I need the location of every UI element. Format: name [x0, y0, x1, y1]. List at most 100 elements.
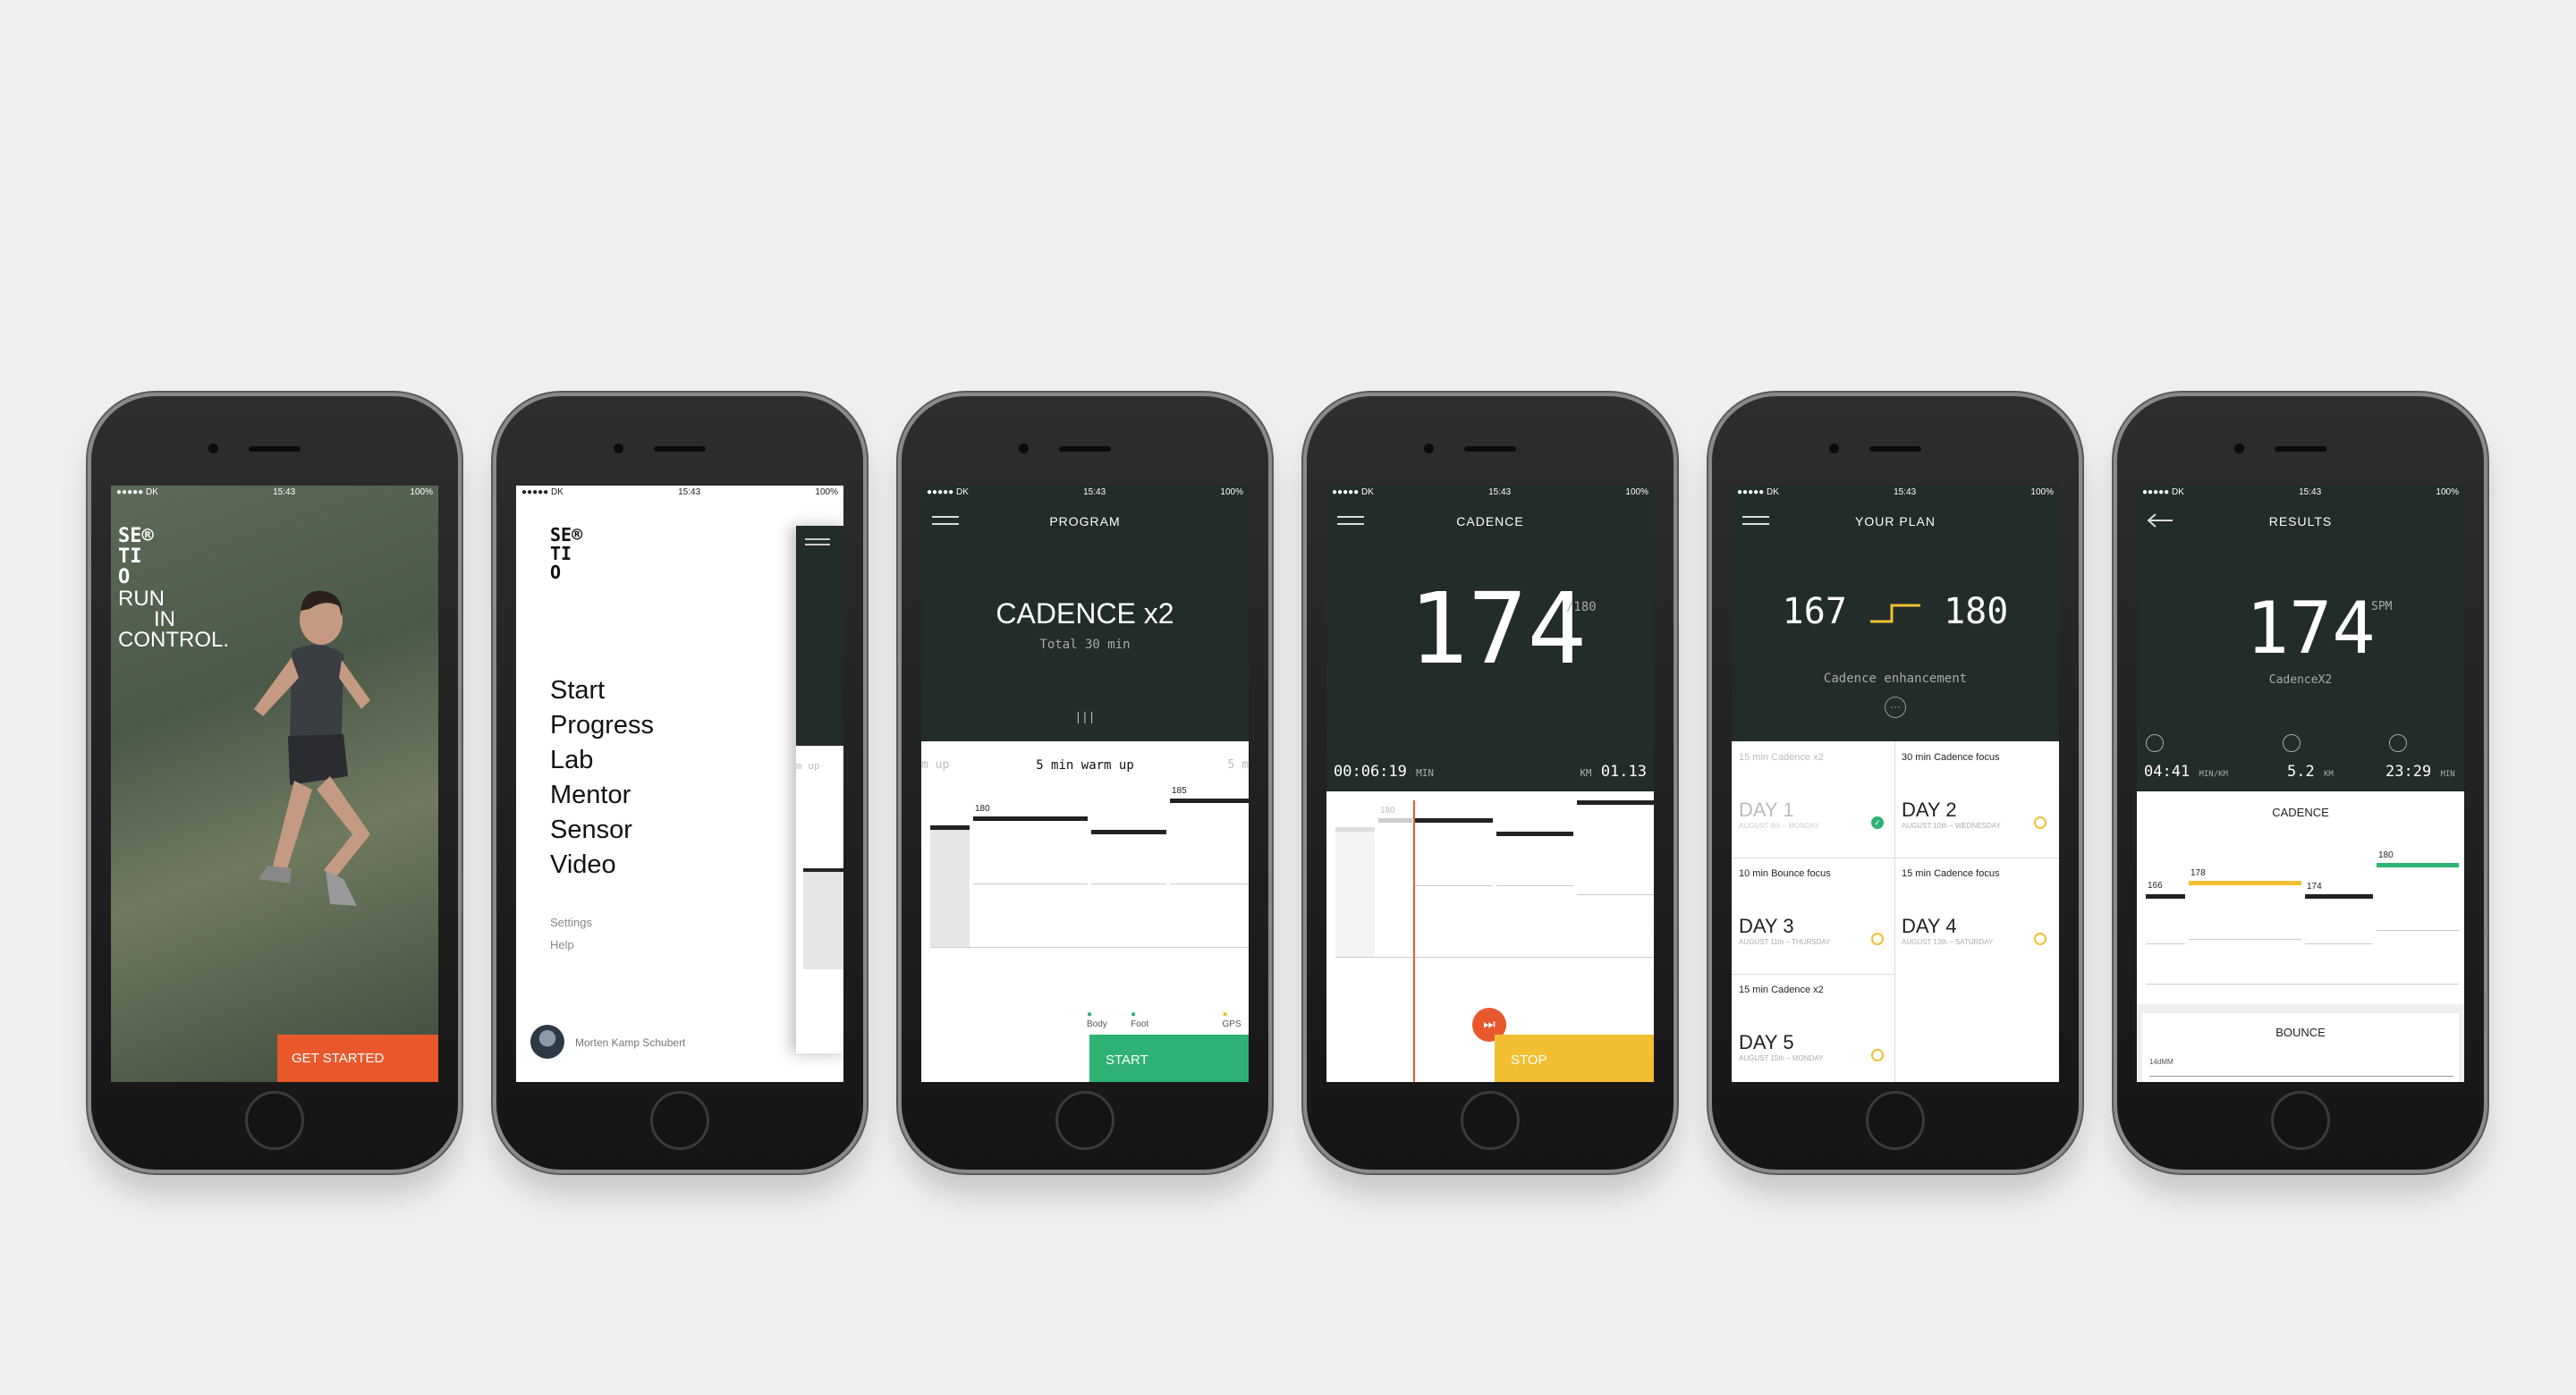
- results-screen: ●●●●● DK 15:43 100% RESULTS 174 SPM Cadenc…: [2137, 486, 2464, 1082]
- screen-title: CADENCE: [1456, 514, 1524, 528]
- plan-day-1[interactable]: 15 min Cadence x2 DAY 1 AUGUST 8th – MON…: [1739, 752, 1889, 850]
- home-button[interactable]: [650, 1091, 709, 1150]
- distance: KM 01.13: [1580, 763, 1647, 781]
- target-bar: [1496, 832, 1573, 836]
- pending-icon: [1871, 1049, 1884, 1061]
- secondary-menu: Settings Help: [550, 911, 592, 956]
- phone-4: ●●●●● DK 15:43 100% CADENCE 174 /180 00:06…: [1307, 396, 1674, 1170]
- pending-icon: [1871, 933, 1884, 945]
- menu-item-video[interactable]: Video: [550, 848, 654, 883]
- user-name: Morten Kamp Schubert: [575, 1036, 686, 1049]
- welcome-screen: ●●●●● DK 15:43 100% SE® TI O RUN IN CONTROL.…: [111, 486, 438, 1082]
- cadence-progression: 167 180: [1782, 591, 2009, 632]
- screen-title: YOUR PLAN: [1855, 514, 1936, 528]
- stopwatch-icon: [2146, 734, 2164, 752]
- cadence-value: 174: [1409, 571, 1587, 686]
- pager-dots[interactable]: | | |: [921, 709, 1249, 723]
- segment-label: 5 min warm up: [1036, 758, 1134, 773]
- program-screen: ●●●●● DK 15:43 100% PROGRAM CADENCE x2 Tot…: [921, 486, 1249, 1082]
- status-bar: ●●●●● DK 15:43 100%: [2142, 487, 2459, 497]
- cadence-bar: [2146, 894, 2185, 899]
- cadence-card: CADENCE 166 178 174 180: [2137, 791, 2464, 1004]
- stop-button[interactable]: STOP: [1495, 1035, 1654, 1082]
- plan-screen: ●●●●● DK 15:43 100% YOUR PLAN 167 180 Cade…: [1732, 486, 2059, 1082]
- menu-icon: [805, 538, 830, 545]
- target-bar: [973, 816, 1088, 821]
- distance-icon: [2283, 734, 2301, 752]
- bounce-axis-label: 14dMM: [2149, 1058, 2174, 1066]
- menu-item-help[interactable]: Help: [550, 934, 592, 956]
- grid-line: [1414, 885, 1493, 886]
- playhead[interactable]: [1413, 800, 1415, 1082]
- status-bar: ●●●●● DK 15:43 100%: [927, 487, 1243, 497]
- camera: [1019, 444, 1029, 453]
- home-button[interactable]: [1461, 1091, 1520, 1150]
- chart-title: CADENCE: [2272, 806, 2329, 819]
- menu-item-mentor[interactable]: Mentor: [550, 778, 654, 813]
- pending-icon: [2034, 816, 2046, 829]
- grid-line: [1335, 957, 1654, 958]
- get-started-button[interactable]: GET STARTED: [277, 1035, 438, 1082]
- bar-label: 180: [975, 804, 990, 814]
- home-button[interactable]: [1866, 1091, 1925, 1150]
- menu-item-sensor[interactable]: Sensor: [550, 813, 654, 848]
- grid-line: [2146, 943, 2185, 944]
- screen-title: PROGRAM: [1049, 514, 1121, 528]
- target-bar: [1335, 827, 1375, 832]
- cadence-screen: ●●●●● DK 15:43 100% CADENCE 174 /180 00:06…: [1326, 486, 1654, 1082]
- speaker: [654, 446, 706, 452]
- target-bar: [930, 825, 970, 830]
- plan-day-2[interactable]: 30 min Cadence focus DAY 2 AUGUST 10th –…: [1902, 752, 2052, 850]
- tagline: RUN IN CONTROL.: [118, 587, 230, 652]
- cadence-bar: [2189, 881, 2301, 885]
- menu-item-lab[interactable]: Lab: [550, 743, 654, 778]
- avatar[interactable]: [530, 1025, 564, 1059]
- phone-6: ●●●●● DK 15:43 100% RESULTS 174 SPM Cadenc…: [2117, 396, 2484, 1170]
- grid-line: [2146, 984, 2459, 985]
- screen-title: RESULTS: [2268, 514, 2333, 528]
- target-bar: [1091, 830, 1166, 834]
- plan-day-4[interactable]: 15 min Cadence focus DAY 4 AUGUST 13th –…: [1902, 868, 2052, 967]
- result-value: 174: [2246, 587, 2376, 670]
- plan-day-3[interactable]: 10 min Bounce focus DAY 3 AUGUST 11th – …: [1739, 868, 1889, 967]
- status-bar: ●●●●● DK 15:43 100%: [116, 487, 433, 497]
- camera: [2234, 444, 2244, 453]
- menu-item-start[interactable]: Start: [550, 673, 654, 708]
- peek-label: m up: [796, 760, 820, 772]
- distance: 5.2 KM: [2287, 763, 2334, 781]
- cadence-target: /180: [1566, 600, 1597, 614]
- content-peek[interactable]: m up: [796, 526, 843, 1053]
- sensor-legend: ● Body ● Foot ● GPS: [1087, 1010, 1241, 1029]
- duration: 23:29 MIN: [2385, 763, 2455, 781]
- program-name: CadenceX2: [2268, 673, 2333, 687]
- speaker: [1464, 446, 1516, 452]
- camera: [614, 444, 623, 453]
- grid-line: [930, 947, 1249, 948]
- step-up-icon: [1870, 604, 1920, 623]
- grid-line: [1496, 885, 1573, 886]
- program-name: CADENCE x2: [996, 597, 1174, 630]
- elapsed-time: 00:06:19 MIN: [1334, 763, 1435, 781]
- result-unit: SPM: [2371, 600, 2393, 613]
- home-button[interactable]: [2271, 1091, 2330, 1150]
- target-bar: [1577, 800, 1654, 805]
- grid-line: [2305, 943, 2373, 944]
- pending-icon: [2034, 933, 2046, 945]
- camera: [1829, 444, 1839, 453]
- bar-label: 166: [2148, 881, 2163, 891]
- bounce-card[interactable]: BOUNCE 14dMM: [2142, 1013, 2459, 1082]
- home-button[interactable]: [1055, 1091, 1114, 1150]
- plan-day-5[interactable]: 15 min Cadence x2 DAY 5 AUGUST 15th – MO…: [1739, 985, 1889, 1078]
- phone-1: ●●●●● DK 15:43 100% SE® TI O RUN IN CONTROL.…: [91, 396, 458, 1170]
- runner-photo: [254, 590, 370, 906]
- start-button[interactable]: START: [1089, 1035, 1249, 1082]
- target-bar: [1170, 799, 1249, 803]
- phone-2: ●●●●● DK 15:43 100% SE® TI O Start Progress …: [496, 396, 863, 1170]
- status-bar: ●●●●● DK 15:43 100%: [1737, 487, 2054, 497]
- home-button[interactable]: [245, 1091, 304, 1150]
- menu-item-progress[interactable]: Progress: [550, 708, 654, 743]
- cadence-bar: [2305, 894, 2373, 899]
- more-icon[interactable]: ···: [1885, 697, 1906, 718]
- target-bar: [1414, 818, 1493, 823]
- menu-item-settings[interactable]: Settings: [550, 911, 592, 934]
